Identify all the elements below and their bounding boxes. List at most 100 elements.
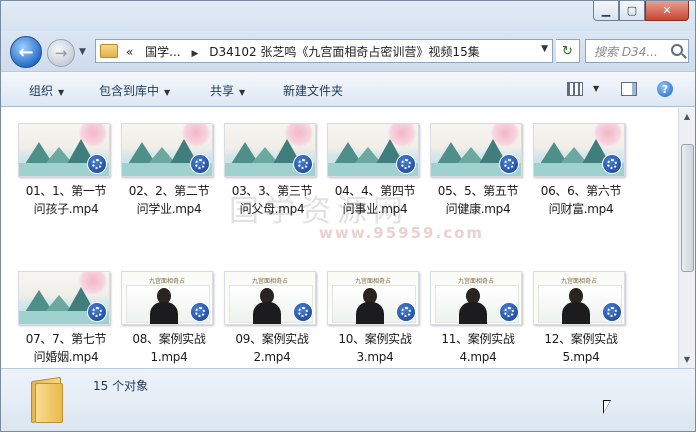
file-name: 10、案例实战 3.mp4 <box>325 330 425 366</box>
search-input[interactable]: 搜索 D34... <box>594 43 670 60</box>
video-player-icon <box>396 154 416 174</box>
video-player-icon <box>499 154 519 174</box>
file-name: 11、案例实战 4.mp4 <box>428 330 528 366</box>
file-name-line2: 3.mp4 <box>356 350 394 364</box>
thumbnail-banner: 九宫面相奇占 <box>251 278 288 285</box>
mouse-cursor-icon <box>603 400 611 414</box>
video-player-icon <box>602 154 622 174</box>
breadcrumb-item-parent[interactable]: 国学... <box>145 45 180 59</box>
chevron-down-icon: ▼ <box>164 88 171 97</box>
scroll-up-icon[interactable]: ▲ <box>679 108 695 125</box>
file-item[interactable]: 九宫面相奇占 11、案例实战 4.mp4 <box>428 256 528 366</box>
file-name-line2: 1.mp4 <box>150 350 188 364</box>
video-player-icon <box>602 302 622 322</box>
title-bar: ▁ ▢ ✕ <box>1 1 695 31</box>
share-menu[interactable]: 共享 ▼ <box>210 82 245 99</box>
thumbnail-banner: 九宫面相奇占 <box>560 278 597 285</box>
video-player-icon <box>499 302 519 322</box>
file-name-line1: 02、2、第二节 <box>128 184 210 198</box>
organize-menu[interactable]: 组织 ▼ <box>29 82 64 99</box>
file-item[interactable]: 07、7、第七节 问婚姻.mp4 <box>16 256 116 366</box>
new-folder-button[interactable]: 新建文件夹 <box>283 82 343 99</box>
command-bar: 组织 ▼ 包含到库中 ▼ 共享 ▼ 新建文件夹 ▼ ? <box>1 71 695 107</box>
file-name: 07、7、第七节 问婚姻.mp4 <box>16 330 116 366</box>
file-name-line1: 05、5、第五节 <box>437 184 519 198</box>
file-item[interactable]: 01、1、第一节 问孩子.mp4 <box>16 108 116 218</box>
file-name-line1: 01、1、第一节 <box>25 184 107 198</box>
video-thumbnail <box>224 123 316 177</box>
file-name-line1: 08、案例实战 <box>132 332 206 346</box>
file-item[interactable]: 06、6、第六节 问财富.mp4 <box>531 108 631 218</box>
help-icon[interactable]: ? <box>657 81 673 97</box>
file-item[interactable]: 04、4、第四节 问事业.mp4 <box>325 108 425 218</box>
video-thumbnail: 九宫面相奇占 <box>121 271 213 325</box>
close-button[interactable]: ✕ <box>645 1 689 21</box>
file-name: 01、1、第一节 问孩子.mp4 <box>16 182 116 218</box>
video-thumbnail <box>430 123 522 177</box>
scrollbar-thumb[interactable] <box>681 144 694 272</box>
file-item[interactable]: 九宫面相奇占 09、案例实战 2.mp4 <box>222 256 322 366</box>
file-name-line2: 2.mp4 <box>253 350 291 364</box>
video-player-icon <box>293 154 313 174</box>
minimize-button[interactable]: ▁ <box>593 1 619 21</box>
breadcrumb-separator-icon[interactable]: ▶ <box>191 49 198 59</box>
file-name: 08、案例实战 1.mp4 <box>119 330 219 366</box>
forward-button[interactable]: → <box>47 39 75 67</box>
file-name-line1: 11、案例实战 <box>441 332 515 346</box>
file-item[interactable]: 九宫面相奇占 08、案例实战 1.mp4 <box>119 256 219 366</box>
video-player-icon <box>396 302 416 322</box>
include-in-library-menu[interactable]: 包含到库中 ▼ <box>99 82 170 99</box>
vertical-scrollbar[interactable]: ▲ ▼ <box>678 108 695 368</box>
video-thumbnail <box>18 123 110 177</box>
video-player-icon <box>190 154 210 174</box>
file-list: 国学资源网 www.95959.com 01、1、第一节 问孩子.mp4 02、2、… <box>1 108 695 368</box>
file-item[interactable]: 九宫面相奇占 12、案例实战 5.mp4 <box>531 256 631 366</box>
change-view-icon[interactable] <box>567 82 583 96</box>
file-name-line1: 04、4、第四节 <box>334 184 416 198</box>
video-thumbnail: 九宫面相奇占 <box>430 271 522 325</box>
file-name: 04、4、第四节 问事业.mp4 <box>325 182 425 218</box>
maximize-button[interactable]: ▢ <box>619 1 645 21</box>
file-name-line1: 09、案例实战 <box>235 332 309 346</box>
item-count: 15 个对象 <box>93 379 149 393</box>
video-thumbnail: 九宫面相奇占 <box>533 271 625 325</box>
file-item[interactable]: 九宫面相奇占 10、案例实战 3.mp4 <box>325 256 425 366</box>
navigation-bar: ← → ▼ « 国学... ▶ D34102 张芝鸣《九宫面相奇占密训营》视频1… <box>1 31 695 71</box>
include-library-label: 包含到库中 <box>99 84 160 98</box>
explorer-window: ▁ ▢ ✕ ← → ▼ « 国学... ▶ D34102 张芝鸣《九宫面相奇占密… <box>0 0 696 432</box>
file-name: 12、案例实战 5.mp4 <box>531 330 631 366</box>
address-bar[interactable]: « 国学... ▶ D34102 张芝鸣《九宫面相奇占密训营》视频15集 ▼ <box>95 39 553 63</box>
folder-icon <box>27 376 67 424</box>
search-box[interactable]: 搜索 D34... <box>585 39 689 63</box>
file-name-line1: 06、6、第六节 <box>540 184 622 198</box>
chevron-down-icon: ▼ <box>239 88 246 97</box>
file-name-line1: 10、案例实战 <box>338 332 412 346</box>
address-dropdown-icon[interactable]: ▼ <box>541 44 548 54</box>
organize-label: 组织 <box>29 84 54 98</box>
breadcrumb-item-current[interactable]: D34102 张芝鸣《九宫面相奇占密训营》视频15集 <box>209 45 480 59</box>
file-name-line2: 问婚姻.mp4 <box>33 350 99 364</box>
file-name: 09、案例实战 2.mp4 <box>222 330 322 366</box>
video-player-icon <box>293 302 313 322</box>
view-options-dropdown[interactable]: ▼ <box>593 84 599 93</box>
recent-pages-dropdown[interactable]: ▼ <box>79 47 86 57</box>
file-name-line1: 12、案例实战 <box>544 332 618 346</box>
chevron-down-icon: ▼ <box>58 88 65 97</box>
file-item[interactable]: 02、2、第二节 问学业.mp4 <box>119 108 219 218</box>
thumbnail-banner: 九宫面相奇占 <box>457 278 494 285</box>
video-thumbnail <box>121 123 213 177</box>
caption-buttons: ▁ ▢ ✕ <box>593 1 689 21</box>
file-item[interactable]: 03、3、第三节 问父母.mp4 <box>222 108 322 218</box>
search-icon[interactable] <box>671 44 683 56</box>
refresh-button[interactable]: ↻ <box>556 39 580 63</box>
video-thumbnail <box>533 123 625 177</box>
preview-pane-icon[interactable] <box>621 82 637 96</box>
video-thumbnail <box>18 271 110 325</box>
file-item[interactable]: 05、5、第五节 问健康.mp4 <box>428 108 528 218</box>
scroll-down-icon[interactable]: ▼ <box>679 351 695 368</box>
file-name-line1: 07、7、第七节 <box>25 332 107 346</box>
file-name: 06、6、第六节 问财富.mp4 <box>531 182 631 218</box>
file-name-line2: 问事业.mp4 <box>342 202 408 216</box>
breadcrumb-overflow[interactable]: « <box>126 45 133 59</box>
back-button[interactable]: ← <box>10 36 42 68</box>
